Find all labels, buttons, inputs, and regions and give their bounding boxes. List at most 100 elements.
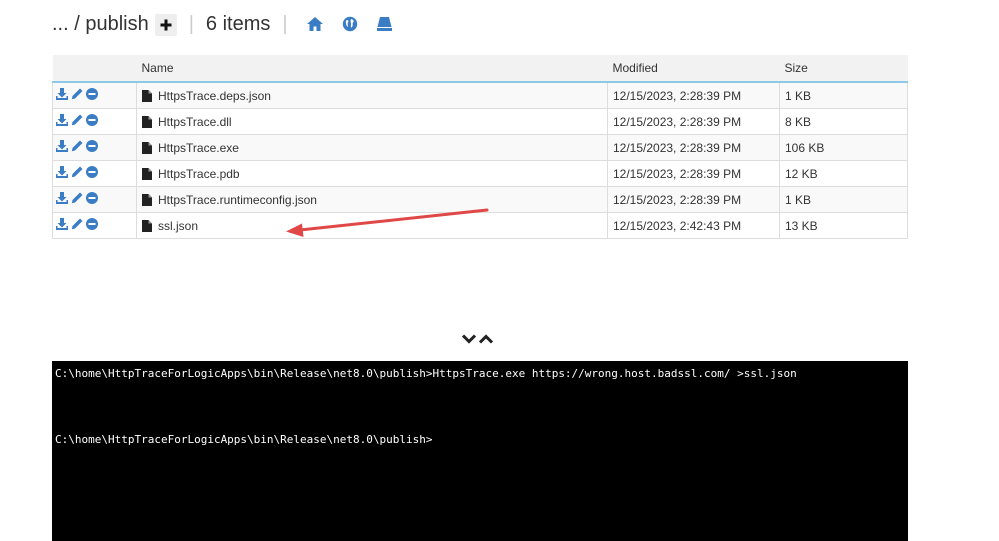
file-icon — [142, 141, 152, 154]
item-count: 6 items — [205, 12, 271, 35]
table-row[interactable]: HttpsTrace.runtimeconfig.json 12/15/2023… — [52, 186, 908, 213]
globe-button[interactable] — [342, 16, 358, 32]
edit-button[interactable] — [71, 166, 83, 181]
minus-circle-icon — [86, 114, 98, 126]
file-name[interactable]: HttpsTrace.dll — [158, 115, 232, 129]
delete-button[interactable] — [86, 88, 98, 103]
file-name[interactable]: HttpsTrace.deps.json — [158, 89, 271, 103]
column-header-actions — [52, 55, 137, 83]
minus-circle-icon — [86, 192, 98, 204]
table-row[interactable]: HttpsTrace.pdb 12/15/2023, 2:28:39 PM 12… — [52, 160, 908, 187]
file-modified: 12/15/2023, 2:28:39 PM — [607, 134, 780, 161]
delete-button[interactable] — [86, 166, 98, 181]
minus-circle-icon — [86, 218, 98, 230]
file-name-cell[interactable]: HttpsTrace.dll — [136, 108, 608, 135]
minus-circle-icon — [86, 166, 98, 178]
row-actions — [52, 212, 137, 239]
download-icon — [56, 114, 68, 126]
download-button[interactable] — [56, 218, 68, 233]
column-header-modified[interactable]: Modified — [607, 55, 780, 83]
edit-button[interactable] — [71, 218, 83, 233]
table-row[interactable]: HttpsTrace.dll 12/15/2023, 2:28:39 PM 8 … — [52, 108, 908, 135]
download-button[interactable] — [56, 140, 68, 155]
pencil-icon — [71, 218, 83, 230]
file-size: 1 KB — [779, 81, 908, 109]
table-header: Name Modified Size — [52, 55, 908, 83]
table-row[interactable]: ssl.json 12/15/2023, 2:42:43 PM 13 KB — [52, 212, 908, 239]
file-size: 13 KB — [779, 212, 908, 239]
console-line: C:\home\HttpTraceForLogicApps\bin\Releas… — [55, 367, 797, 380]
file-name[interactable]: ssl.json — [158, 219, 198, 233]
download-icon — [56, 140, 68, 152]
column-header-name[interactable]: Name — [136, 55, 608, 83]
drive-icon — [376, 17, 392, 31]
file-modified: 12/15/2023, 2:42:43 PM — [607, 212, 780, 239]
download-button[interactable] — [56, 166, 68, 181]
download-icon — [56, 192, 68, 204]
file-name-cell[interactable]: HttpsTrace.runtimeconfig.json — [136, 186, 608, 213]
edit-button[interactable] — [71, 192, 83, 207]
file-icon — [142, 89, 152, 102]
row-actions — [52, 186, 137, 213]
delete-button[interactable] — [86, 218, 98, 233]
plus-icon — [160, 19, 172, 31]
chevron-up-icon[interactable] — [479, 333, 493, 345]
home-button[interactable] — [306, 16, 324, 32]
edit-button[interactable] — [71, 114, 83, 129]
add-button[interactable] — [154, 14, 177, 36]
file-modified: 12/15/2023, 2:28:39 PM — [607, 160, 780, 187]
minus-circle-icon — [86, 140, 98, 152]
globe-icon — [342, 16, 357, 32]
file-name-cell[interactable]: HttpsTrace.exe — [136, 134, 608, 161]
download-icon — [56, 88, 68, 100]
file-name[interactable]: HttpsTrace.runtimeconfig.json — [158, 193, 317, 207]
row-actions — [52, 134, 137, 161]
file-modified: 12/15/2023, 2:28:39 PM — [607, 81, 780, 109]
row-actions — [52, 160, 137, 187]
file-size: 106 KB — [779, 134, 908, 161]
file-size: 12 KB — [779, 160, 908, 187]
delete-button[interactable] — [86, 114, 98, 129]
download-button[interactable] — [56, 114, 68, 129]
download-icon — [56, 218, 68, 230]
file-icon — [142, 193, 152, 206]
drive-button[interactable] — [376, 16, 393, 32]
pencil-icon — [71, 140, 83, 152]
edit-button[interactable] — [71, 88, 83, 103]
file-name[interactable]: HttpsTrace.exe — [158, 141, 239, 155]
divider: | — [188, 12, 194, 35]
download-button[interactable] — [56, 88, 68, 103]
console-resize-handle[interactable] — [462, 333, 493, 345]
pencil-icon — [71, 166, 83, 178]
table-row[interactable]: HttpsTrace.deps.json 12/15/2023, 2:28:39… — [52, 81, 908, 109]
file-name-cell[interactable]: HttpsTrace.pdb — [136, 160, 608, 187]
download-icon — [56, 166, 68, 178]
file-name[interactable]: HttpsTrace.pdb — [158, 167, 240, 181]
chevron-down-icon[interactable] — [462, 333, 476, 345]
console[interactable]: C:\home\HttpTraceForLogicApps\bin\Releas… — [52, 361, 908, 541]
row-actions — [52, 108, 137, 135]
breadcrumb: ... / publish | 6 items | — [52, 10, 393, 38]
file-name-cell[interactable]: ssl.json — [136, 212, 608, 239]
minus-circle-icon — [86, 88, 98, 100]
breadcrumb-path[interactable]: ... / publish — [52, 13, 149, 36]
download-button[interactable] — [56, 192, 68, 207]
file-icon — [142, 115, 152, 128]
divider: | — [282, 12, 288, 35]
home-icon — [306, 17, 323, 31]
pencil-icon — [71, 88, 83, 100]
row-actions — [52, 81, 137, 109]
console-prompt[interactable]: C:\home\HttpTraceForLogicApps\bin\Releas… — [55, 433, 433, 446]
file-size: 1 KB — [779, 186, 908, 213]
file-name-cell[interactable]: HttpsTrace.deps.json — [136, 81, 608, 109]
delete-button[interactable] — [86, 192, 98, 207]
pencil-icon — [71, 114, 83, 126]
pencil-icon — [71, 192, 83, 204]
file-icon — [142, 167, 152, 180]
delete-button[interactable] — [86, 140, 98, 155]
edit-button[interactable] — [71, 140, 83, 155]
table-row[interactable]: HttpsTrace.exe 12/15/2023, 2:28:39 PM 10… — [52, 134, 908, 161]
file-table: Name Modified Size HttpsTrace.deps.json … — [52, 55, 908, 239]
file-modified: 12/15/2023, 2:28:39 PM — [607, 108, 780, 135]
column-header-size[interactable]: Size — [779, 55, 908, 83]
